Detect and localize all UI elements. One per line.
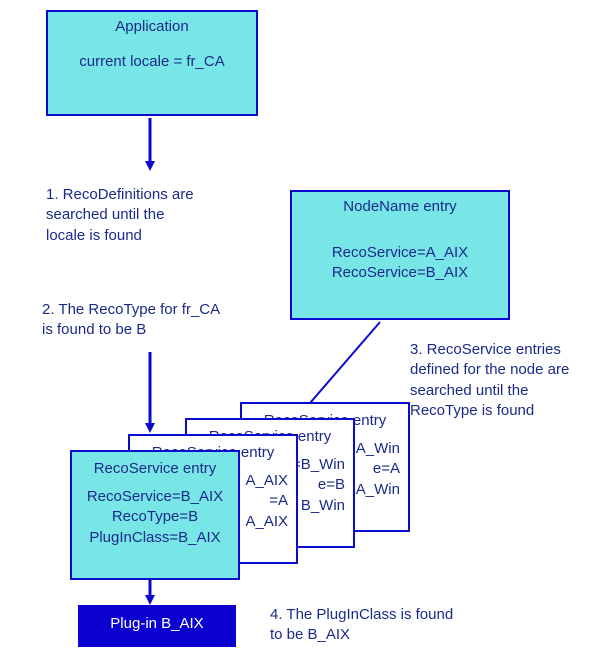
nodename-box: NodeName entry RecoService=A_AIX RecoSer…	[290, 190, 510, 320]
recoservice-card-1-l1: RecoService=B_AIX	[80, 487, 230, 507]
recoservice-card-1-l2: RecoType=B	[80, 507, 230, 527]
diagram-stage: Application current locale = fr_CA 1. Re…	[0, 0, 610, 660]
nodename-title: NodeName entry	[300, 198, 500, 215]
note-4: 4. The PlugInClass is found to be B_AIX	[270, 605, 460, 646]
application-box: Application current locale = fr_CA	[46, 10, 258, 116]
plugin-label: Plug-in B_AIX	[110, 615, 203, 632]
note-1: 1. RecoDefinitions are searched until th…	[46, 185, 206, 246]
recoservice-card-1-l3: PlugInClass=B_AIX	[80, 528, 230, 548]
recoservice-card-1: RecoService entry RecoService=B_AIX Reco…	[70, 450, 240, 580]
nodename-line1: RecoService=A_AIX	[300, 243, 500, 263]
recoservice-card-1-title: RecoService entry	[80, 460, 230, 477]
plugin-box: Plug-in B_AIX	[78, 605, 236, 647]
nodename-line2: RecoService=B_AIX	[300, 263, 500, 283]
note-3: 3. RecoService entries defined for the n…	[410, 340, 600, 421]
application-locale: current locale = fr_CA	[56, 53, 248, 70]
note-2: 2. The RecoType for fr_CA is found to be…	[42, 300, 227, 341]
application-title: Application	[56, 18, 248, 35]
